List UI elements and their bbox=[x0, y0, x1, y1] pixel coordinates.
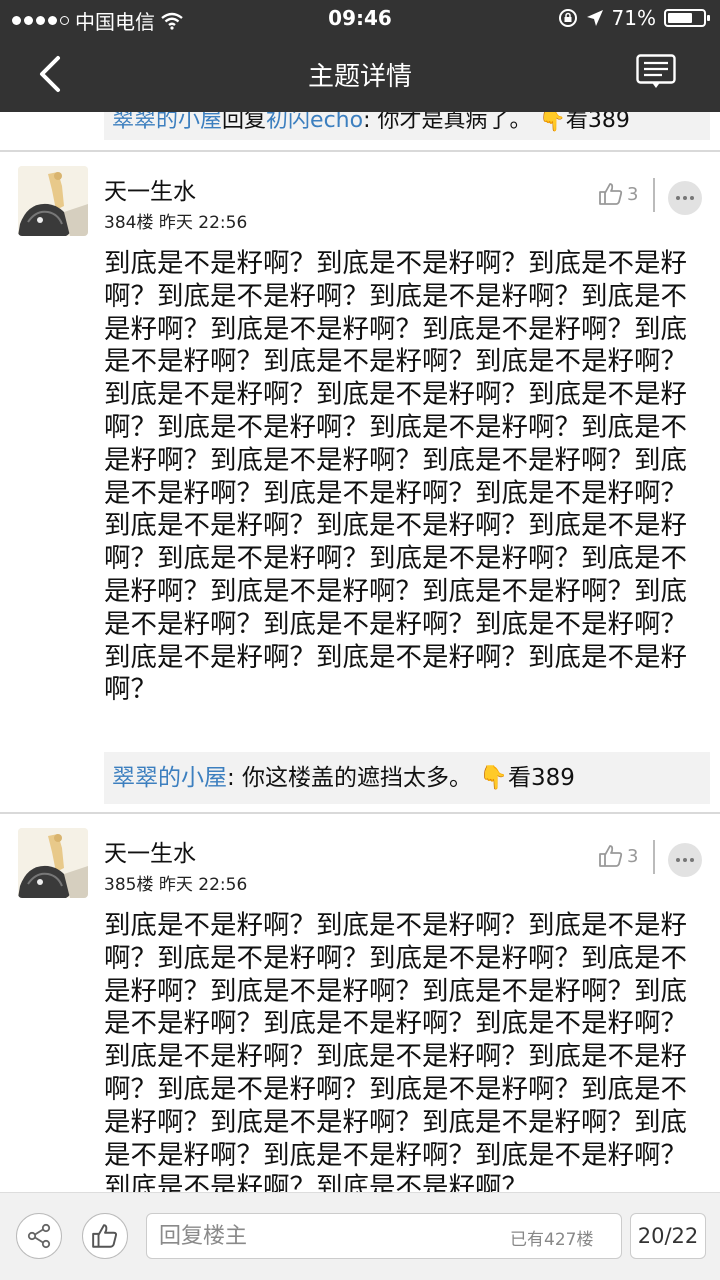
like-count: 3 bbox=[627, 845, 639, 867]
reply-verb: 回复 bbox=[222, 112, 267, 133]
reply-text: : 你才是真病了。 bbox=[363, 112, 532, 133]
comment-list-button[interactable] bbox=[636, 54, 676, 90]
share-button[interactable] bbox=[16, 1213, 62, 1259]
top-quoted-reply[interactable]: 翠翠的小屋回复初闪echo: 你才是真病了。 👇看389 bbox=[104, 112, 710, 140]
view-more-link[interactable]: 看389 bbox=[508, 765, 575, 791]
thumbs-up-icon bbox=[92, 1224, 118, 1248]
navigation-bar: 主题详情 bbox=[0, 36, 720, 112]
post-date: 昨天 22:56 bbox=[158, 875, 248, 895]
like-button[interactable]: 3 bbox=[598, 182, 638, 206]
reply-text: : 你这楼盖的遮挡太多。 bbox=[227, 765, 473, 791]
post-body: 到底是不是籽啊？到底是不是籽啊？到底是不是籽啊？到底是不是籽啊？到底是不是籽啊？… bbox=[104, 910, 687, 1192]
like-count: 3 bbox=[627, 183, 639, 205]
battery-fill bbox=[668, 13, 693, 23]
author-name[interactable]: 天一生水 bbox=[104, 172, 196, 206]
post-body: 到底是不是籽啊？到底是不是籽啊？到底是不是籽啊？到底是不是籽啊？到底是不是籽啊？… bbox=[104, 248, 687, 706]
divider bbox=[653, 840, 655, 874]
more-options-button[interactable] bbox=[668, 181, 702, 215]
status-right: 71% bbox=[558, 6, 710, 30]
bottom-bar: 已有427楼 20/22 bbox=[0, 1192, 720, 1280]
more-options-button[interactable] bbox=[668, 843, 702, 877]
reply-target-username[interactable]: 初闪echo bbox=[266, 112, 363, 133]
post-384: 天一生水 384楼 昨天 22:56 3 到底是不是籽啊？到底是不是籽啊？到底是… bbox=[0, 152, 720, 812]
post-385: 天一生水 385楼 昨天 22:56 3 到底是不是籽啊？到底是不是籽啊？到底是… bbox=[0, 814, 720, 1192]
author-name[interactable]: 天一生水 bbox=[104, 834, 196, 868]
floor-count: 已有427楼 bbox=[510, 1230, 594, 1250]
page-indicator[interactable]: 20/22 bbox=[630, 1213, 706, 1259]
pointing-down-icon: 👇 bbox=[479, 765, 509, 791]
page-title: 主题详情 bbox=[307, 62, 412, 92]
location-arrow-icon bbox=[586, 10, 603, 26]
floor-number: 384楼 bbox=[104, 213, 154, 233]
post-meta: 384楼 昨天 22:56 bbox=[104, 208, 247, 233]
floor-number: 385楼 bbox=[104, 875, 154, 895]
quoted-reply[interactable]: 翠翠的小屋: 你这楼盖的遮挡太多。 👇看389 bbox=[104, 752, 710, 804]
post-meta: 385楼 昨天 22:56 bbox=[104, 870, 247, 895]
reply-username[interactable]: 翠翠的小屋 bbox=[112, 765, 227, 791]
share-icon bbox=[27, 1223, 51, 1249]
ellipsis-icon bbox=[676, 858, 680, 862]
reply-username[interactable]: 翠翠的小屋 bbox=[112, 112, 222, 133]
rotation-lock-icon bbox=[558, 9, 577, 27]
divider bbox=[653, 178, 655, 212]
thread-content[interactable]: 翠翠的小屋回复初闪echo: 你才是真病了。 👇看389 天一生水 384楼 昨… bbox=[0, 112, 720, 1192]
status-bar: 中国电信 09:46 71% bbox=[0, 0, 720, 36]
view-more-link[interactable]: 看389 bbox=[566, 112, 630, 133]
avatar[interactable] bbox=[18, 166, 88, 236]
pointing-down-icon: 👇 bbox=[538, 112, 566, 133]
thumbs-up-icon bbox=[599, 845, 623, 867]
avatar[interactable] bbox=[18, 828, 88, 898]
avatar-image bbox=[18, 828, 88, 898]
thumbs-up-icon bbox=[599, 183, 623, 205]
like-button[interactable]: 3 bbox=[598, 844, 638, 868]
post-date: 昨天 22:56 bbox=[158, 213, 248, 233]
battery-percent: 71% bbox=[611, 6, 656, 30]
like-thread-button[interactable] bbox=[82, 1213, 128, 1259]
ellipsis-icon bbox=[676, 196, 680, 200]
avatar-image bbox=[18, 166, 88, 236]
comment-list-icon bbox=[636, 54, 676, 88]
battery-icon bbox=[664, 9, 710, 27]
